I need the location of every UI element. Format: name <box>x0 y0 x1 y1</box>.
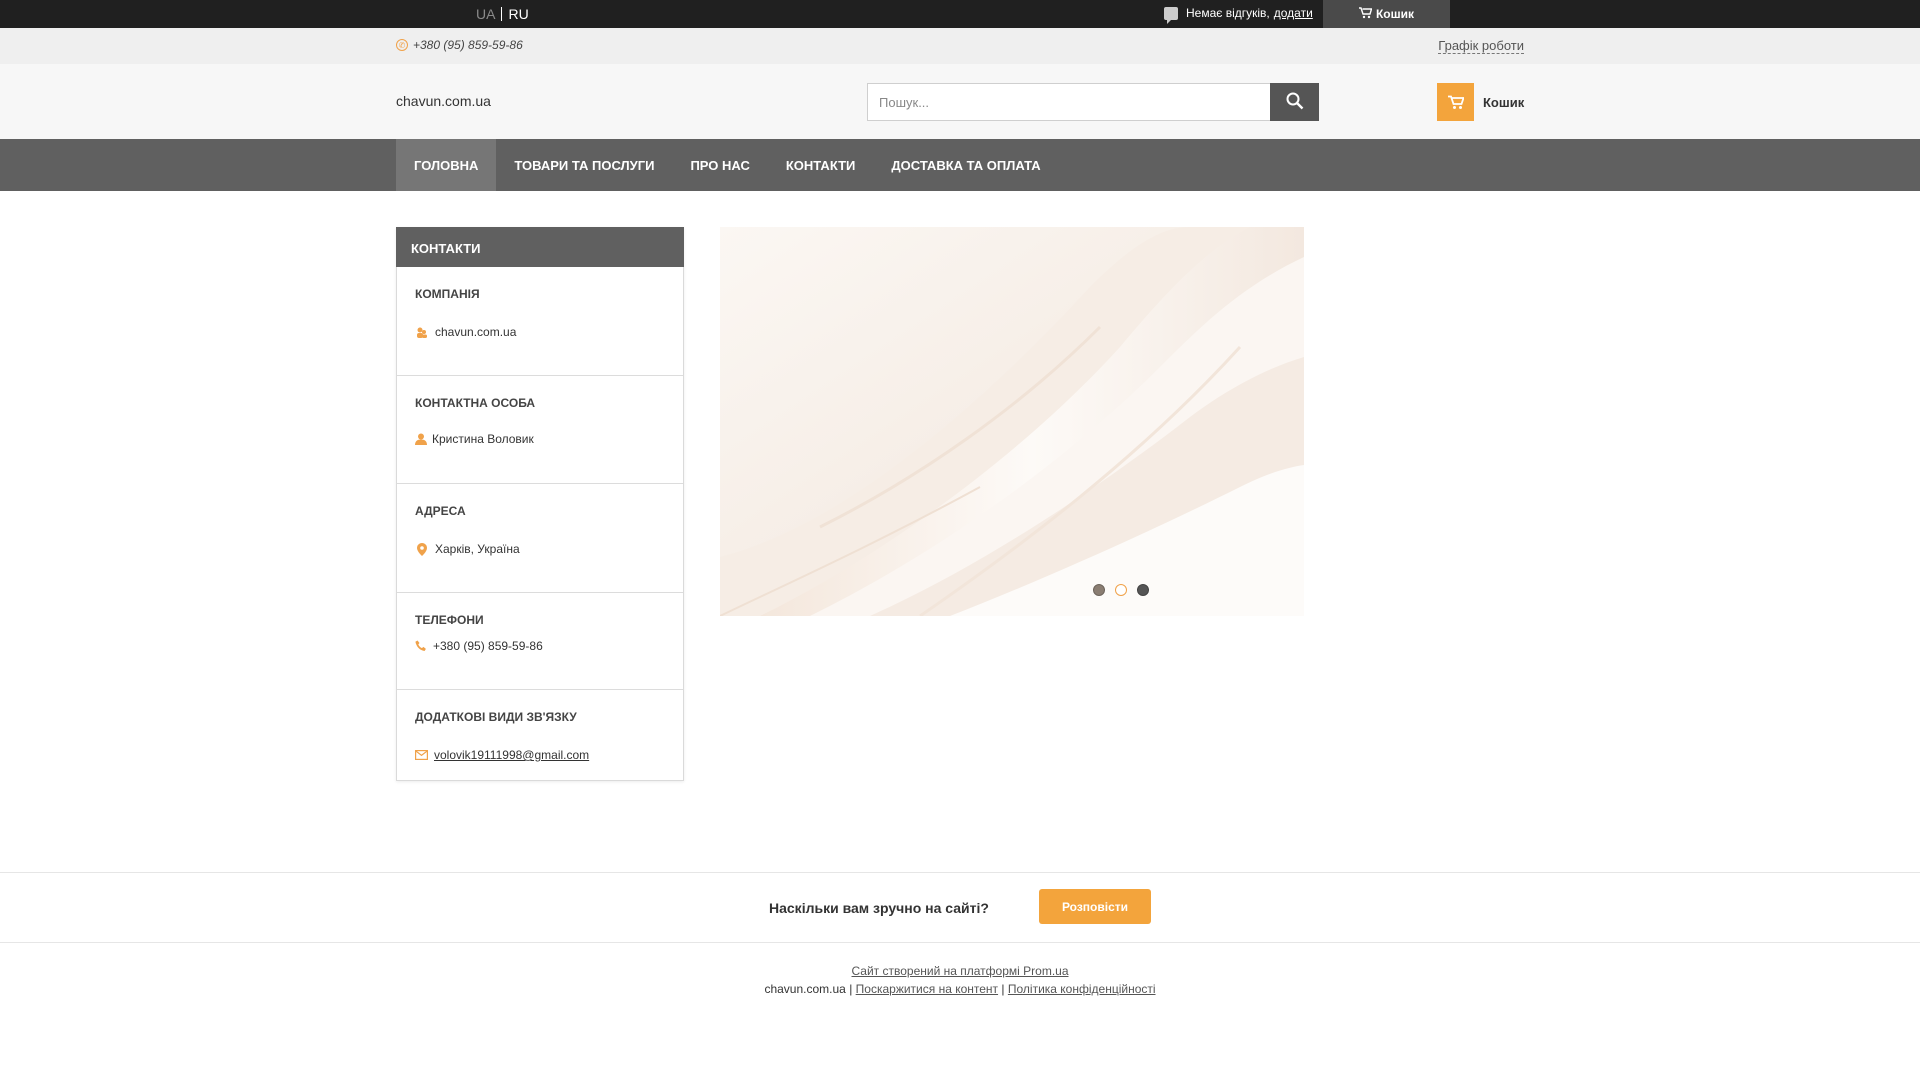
header-phone-number: +380 (95) 859-59-86 <box>413 38 523 52</box>
feedback-question: Наскільки вам зручно на сайті? <box>769 900 989 916</box>
info-bar: ✆ +380 (95) 859-59-86 Графік роботи <box>0 28 1920 64</box>
phones-section: ТЕЛЕФОНИ +380 (95) 859-59-86 <box>397 593 683 690</box>
lang-ru-link[interactable]: RU <box>508 6 528 22</box>
phone-number: +380 (95) 859-59-86 <box>433 639 543 653</box>
nav-item-contacts[interactable]: КОНТАКТИ <box>768 139 874 191</box>
company-row: chavun.com.ua <box>415 325 665 339</box>
search-input[interactable] <box>867 83 1271 121</box>
feedback-bar: Наскільки вам зручно на сайті? Розповіст… <box>0 872 1920 943</box>
search-icon <box>1286 92 1304 113</box>
address-title: АДРЕСА <box>415 504 466 518</box>
phone-icon <box>415 640 427 652</box>
top-bar: UA RU Немає відгуків, додати Кошик <box>0 0 1920 28</box>
location-pin-icon <box>415 542 429 556</box>
feedback-button[interactable]: Розповісти <box>1039 889 1151 924</box>
complain-link[interactable]: Поскаржитися на контент <box>856 982 998 996</box>
slider-dots <box>1093 584 1149 596</box>
lang-divider <box>501 7 503 21</box>
language-switcher: UA RU <box>476 6 529 22</box>
mail-icon <box>415 750 428 760</box>
address-row: Харків, Україна <box>415 542 665 556</box>
person-row: Кристина Воловик <box>415 432 665 446</box>
footer: Сайт створений на платформі Prom.ua chav… <box>0 962 1920 998</box>
footer-separator-1: | <box>849 982 853 996</box>
platform-link[interactable]: Сайт створений на платформі Prom.ua <box>852 964 1069 978</box>
person-icon <box>415 433 427 445</box>
email-link[interactable]: volovik19111998@gmail.com <box>434 748 589 762</box>
phones-title: ТЕЛЕФОНИ <box>415 613 484 627</box>
slider-dot-2[interactable] <box>1115 584 1127 596</box>
schedule-link[interactable]: Графік роботи <box>1438 39 1524 54</box>
extra-contacts-title: ДОДАТКОВІ ВИДИ ЗВ'ЯЗКУ <box>415 710 577 724</box>
slider-dot-3[interactable] <box>1137 584 1149 596</box>
header-cart-label: Кошик <box>1483 94 1525 110</box>
company-section: КОМПАНІЯ chavun.com.ua <box>397 267 683 376</box>
extra-contacts-section: ДОДАТКОВІ ВИДИ ЗВ'ЯЗКУ volovik19111998@g… <box>397 690 683 780</box>
site-logo-text[interactable]: chavun.com.ua <box>396 93 491 109</box>
contacts-panel: КОНТАКТИ КОМПАНІЯ chavun.com.ua КОНТАКТН… <box>396 227 684 781</box>
footer-links: chavun.com.ua | Поскаржитися на контент … <box>0 980 1920 998</box>
privacy-link[interactable]: Політика конфіденційності <box>1008 982 1156 996</box>
nav-item-delivery[interactable]: ДОСТАВКА ТА ОПЛАТА <box>873 139 1058 191</box>
slider-dot-1[interactable] <box>1093 584 1105 596</box>
search-form <box>867 83 1319 121</box>
person-section: КОНТАКТНА ОСОБА Кристина Воловик <box>397 376 683 484</box>
comment-icon <box>1164 6 1178 24</box>
slide-image <box>720 227 1304 616</box>
image-slider[interactable] <box>720 227 1304 616</box>
reviews-notice: Немає відгуків, додати <box>1164 6 1313 24</box>
lang-ua-link[interactable]: UA <box>476 6 495 22</box>
top-cart-label: Кошик <box>1375 7 1415 21</box>
company-name: chavun.com.ua <box>435 325 517 339</box>
company-title: КОМПАНІЯ <box>415 287 480 301</box>
reviews-text: Немає відгуків, <box>1186 6 1270 20</box>
nav-item-home[interactable]: ГОЛОВНА <box>396 139 497 191</box>
footer-site-name: chavun.com.ua <box>764 982 846 996</box>
phone-row[interactable]: +380 (95) 859-59-86 <box>415 639 665 653</box>
person-name: Кристина Воловик <box>432 432 534 446</box>
footer-separator-2: | <box>1001 982 1005 996</box>
header-phone[interactable]: ✆ +380 (95) 859-59-86 <box>396 38 523 52</box>
address-section: АДРЕСА Харків, Україна <box>397 484 683 593</box>
site-header: chavun.com.ua Кошик <box>0 64 1920 139</box>
contacts-title: КОНТАКТИ <box>396 227 684 267</box>
nav-item-about[interactable]: ПРО НАС <box>672 139 767 191</box>
add-review-link[interactable]: додати <box>1274 6 1313 20</box>
nav-item-products[interactable]: ТОВАРИ ТА ПОСЛУГИ <box>496 139 672 191</box>
cart-icon <box>1358 6 1373 22</box>
header-cart[interactable]: Кошик <box>1437 83 1524 121</box>
top-cart-button[interactable]: Кошик <box>1323 0 1450 28</box>
cart-icon <box>1437 83 1474 121</box>
search-button[interactable] <box>1270 83 1319 121</box>
phone-icon: ✆ <box>396 39 408 51</box>
email-row: volovik19111998@gmail.com <box>415 748 665 762</box>
address-text: Харків, Україна <box>435 542 520 556</box>
main-navigation: ГОЛОВНА ТОВАРИ ТА ПОСЛУГИ ПРО НАС КОНТАК… <box>0 139 1920 191</box>
person-title: КОНТАКТНА ОСОБА <box>415 396 536 410</box>
company-icon <box>415 326 429 338</box>
